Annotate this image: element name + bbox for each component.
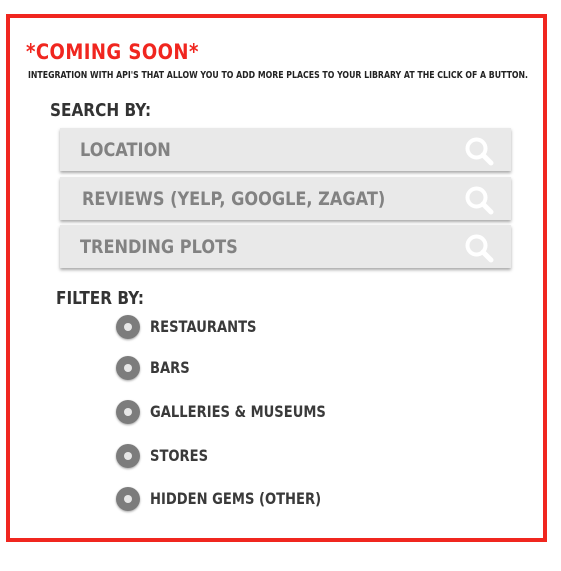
search-icon[interactable] (463, 184, 495, 216)
filter-option-label: BARS (150, 358, 190, 377)
search-icon[interactable] (463, 135, 495, 167)
filter-option-label: HIDDEN GEMS (OTHER) (150, 489, 322, 508)
search-trending-text: TRENDING PLOTS (80, 236, 238, 258)
filter-option-stores[interactable]: STORES (116, 444, 416, 468)
page-title: *COMING SOON* (26, 40, 199, 64)
search-location-input[interactable]: LOCATION (60, 128, 511, 171)
filter-option-label: STORES (150, 446, 209, 465)
search-location-text: LOCATION (80, 139, 171, 161)
radio-button[interactable] (116, 356, 140, 380)
filter-option-restaurants[interactable]: RESTAURANTS (116, 315, 416, 339)
radio-button[interactable] (116, 487, 140, 511)
search-icon[interactable] (463, 232, 495, 264)
filter-option-bars[interactable]: BARS (116, 356, 416, 380)
search-reviews-text: REVIEWS (YELP, GOOGLE, ZAGAT) (82, 188, 386, 210)
radio-button[interactable] (116, 400, 140, 424)
filter-option-hidden-gems[interactable]: HIDDEN GEMS (OTHER) (116, 487, 416, 511)
filter-option-galleries-museums[interactable]: GALLERIES & MUSEUMS (116, 400, 416, 424)
search-reviews-input[interactable]: REVIEWS (YELP, GOOGLE, ZAGAT) (60, 177, 511, 220)
radio-button[interactable] (116, 315, 140, 339)
search-by-label: SEARCH BY: (50, 100, 152, 121)
filter-by-label: FILTER BY: (56, 288, 145, 309)
radio-button[interactable] (116, 444, 140, 468)
search-trending-input[interactable]: TRENDING PLOTS (60, 225, 511, 268)
filter-option-label: GALLERIES & MUSEUMS (150, 402, 326, 421)
page-subtitle: INTEGRATION WITH API'S THAT ALLOW YOU TO… (28, 70, 529, 81)
filter-option-label: RESTAURANTS (150, 317, 257, 336)
